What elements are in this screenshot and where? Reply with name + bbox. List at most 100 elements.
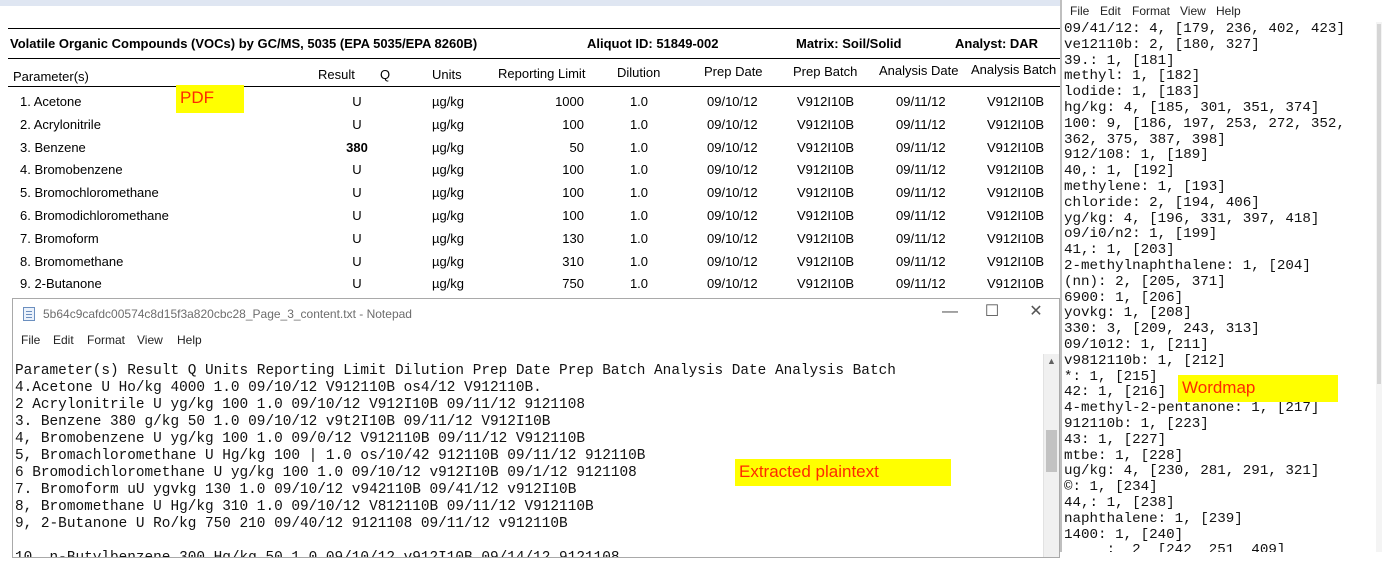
row-analysis-batch: V912I10B (987, 208, 1045, 223)
row-result: U (352, 276, 362, 292)
text-line: 4.Acetone U Ho/kg 4000 1.0 09/10/12 V912… (15, 380, 542, 396)
menu-format[interactable]: Format (87, 333, 125, 347)
notepad-title: 5b64c9cafdc00574c8d15f3a820cbc28_Page_3_… (43, 307, 412, 321)
text-line: 10 n-Butylbenzene 300 Hg/kg 50 1.0 09/10… (15, 550, 620, 558)
row-parameter: 2. Acrylonitrile (20, 116, 101, 132)
scroll-thumb[interactable] (1046, 430, 1057, 472)
minimize-button[interactable]: — (939, 303, 961, 323)
col-reporting-limit: Reporting Limit (498, 66, 586, 81)
row-analysis-batch: V912I10B (987, 253, 1045, 269)
row-units: µg/kg (431, 208, 465, 223)
row-dilution: 1.0 (629, 162, 649, 178)
row-parameter: 6. Bromodichloromethane (20, 208, 169, 223)
wordmap-line: 2-methylnaphthalene: 1, [204] (1064, 257, 1311, 274)
wordmap-line: 41,: 1, [203] (1064, 242, 1175, 259)
pdf-view: Volatile Organic Compounds (VOCs) by GC/… (0, 0, 1062, 298)
wordmap-menu-file[interactable]: File (1070, 4, 1089, 18)
row-prep-date: 09/10/12 (707, 208, 758, 223)
row-reporting-limit: 50 (569, 139, 584, 155)
wordmap-line: chloride: 2, [194, 406] (1064, 194, 1260, 211)
wordmap-menu-bar: File Edit Format View Help (1062, 0, 1382, 22)
row-result: U (352, 94, 362, 109)
maximize-button[interactable]: ☐ (981, 303, 1003, 323)
row-prep-batch: V912I10B (797, 276, 855, 292)
row-analysis-date: 09/11/12 (896, 185, 946, 201)
wordmap-line: 09/1012: 1, [211] (1064, 336, 1209, 353)
row-result: U (352, 185, 362, 201)
notepad-vertical-scrollbar[interactable]: ▲ (1043, 354, 1059, 557)
row-units: µg/kg (431, 162, 465, 178)
wordmap-menu-format[interactable]: Format (1132, 4, 1170, 18)
pdf-header-rule (8, 58, 1062, 59)
menu-help[interactable]: Help (177, 333, 202, 347)
row-dilution: 1.0 (629, 230, 649, 246)
notepad-window: 5b64c9cafdc00574c8d15f3a820cbc28_Page_3_… (12, 298, 1060, 558)
row-prep-batch: V912I10B (797, 139, 855, 155)
row-parameter: 3. Benzene (20, 139, 86, 155)
menu-edit[interactable]: Edit (53, 333, 74, 347)
row-analysis-date: 09/11/12 (896, 139, 946, 155)
wordmap-window: File Edit Format View Help 09/41/12: 4, … (1060, 0, 1382, 552)
scroll-up-icon[interactable]: ▲ (1047, 356, 1056, 366)
row-result: 380 (346, 139, 368, 155)
row-dilution: 1.0 (629, 185, 649, 201)
row-analysis-batch: V912I10B (987, 94, 1045, 109)
wordmap-menu-view[interactable]: View (1180, 4, 1206, 18)
wordmap-menu-edit[interactable]: Edit (1100, 4, 1121, 18)
wordmap-line: 912110b: 1, [223] (1064, 415, 1209, 432)
row-analysis-date: 09/11/12 (896, 116, 946, 132)
pdf-top-band (0, 0, 1062, 6)
row-dilution: 1.0 (629, 208, 649, 223)
menu-view[interactable]: View (137, 333, 163, 347)
row-result: U (352, 116, 362, 132)
row-reporting-limit: 750 (562, 276, 584, 292)
row-result: U (352, 253, 362, 269)
row-parameter: 7. Bromoform (20, 230, 99, 246)
row-reporting-limit: 1000 (555, 94, 584, 109)
wordmap-line: 6900: 1, [206] (1064, 289, 1184, 306)
row-prep-batch: V912I10B (797, 253, 855, 269)
row-prep-batch: V912I10B (797, 230, 855, 246)
row-prep-date: 09/10/12 (707, 185, 758, 201)
row-prep-batch: V912I10B (797, 94, 855, 109)
wordmap-line: (nn): 2, [205, 371] (1064, 273, 1226, 290)
row-reporting-limit: 100 (562, 116, 584, 132)
text-line: 8, Bromomethane U Hg/kg 310 1.0 09/10/12… (15, 499, 594, 515)
row-dilution: 1.0 (629, 94, 649, 109)
table-row: 3. Benzene 380 µg/kg 50 1.0 09/10/12 V912I10B 0… (0, 140, 1062, 163)
row-dilution: 1.0 (629, 276, 649, 292)
row-parameter: 4. Bromobenzene (20, 162, 123, 178)
notepad-title-bar[interactable]: 5b64c9cafdc00574c8d15f3a820cbc28_Page_3_… (13, 299, 1059, 329)
notepad-menu-bar: File Edit Format View Help (13, 329, 1059, 353)
wordmap-line: methyl: 1, [182] (1064, 68, 1201, 85)
row-parameter: 5. Bromochloromethane (20, 185, 159, 201)
wordmap-line: 912/108: 1, [189] (1064, 147, 1209, 164)
pdf-tag: PDF (176, 85, 244, 113)
row-analysis-date: 09/11/12 (896, 162, 946, 178)
wordmap-menu-help[interactable]: Help (1216, 4, 1241, 18)
table-row: 6. Bromodichloromethane Uµg/kg 100 1.0 09/10… (0, 208, 1062, 231)
text-line: 4, Bromobenzene U yg/kg 100 1.0 09/0/12 … (15, 431, 585, 447)
notepad-text-area[interactable]: Parameter(s) Result Q Units Reporting Li… (13, 354, 1045, 558)
matrix-label: Matrix: Soil/Solid (796, 36, 902, 51)
table-row: 9. 2-Butanone Uµg/kg 750 1.0 09/10/12 V912I10… (0, 276, 1062, 298)
wordmap-line: 1400: 1, [240] (1064, 526, 1184, 543)
text-line: Parameter(s) Result Q Units Reporting Li… (15, 363, 896, 379)
wordmap-line: 100: 9, [186, 197, 253, 272, 352, (1064, 115, 1345, 132)
wordmap-scrollbar[interactable] (1376, 22, 1382, 552)
wordmap-line: naphthalene: 1, [239] (1064, 510, 1243, 527)
close-button[interactable]: ✕ (1025, 303, 1047, 323)
wordmap-line: : 2 [242 251 409] (1064, 542, 1286, 552)
row-analysis-batch: V912I10B (987, 230, 1045, 246)
menu-file[interactable]: File (21, 333, 40, 347)
row-analysis-batch: V912I10B (987, 276, 1045, 292)
row-result: U (352, 162, 362, 178)
row-prep-date: 09/10/12 (707, 276, 758, 292)
table-row: 7. Bromoform Uµg/kg 130 1.0 09/10/12 V912I10B… (0, 231, 1062, 254)
pdf-column-rule (8, 86, 1062, 87)
row-prep-batch: V912I10B (797, 162, 855, 178)
row-prep-date: 09/10/12 (707, 116, 758, 132)
wordmap-scroll-thumb[interactable] (1377, 24, 1381, 384)
wordmap-text-area[interactable]: 09/41/12: 4, [179, 236, 402, 423] ve12110… (1064, 22, 1374, 552)
row-units: µg/kg (431, 253, 465, 269)
